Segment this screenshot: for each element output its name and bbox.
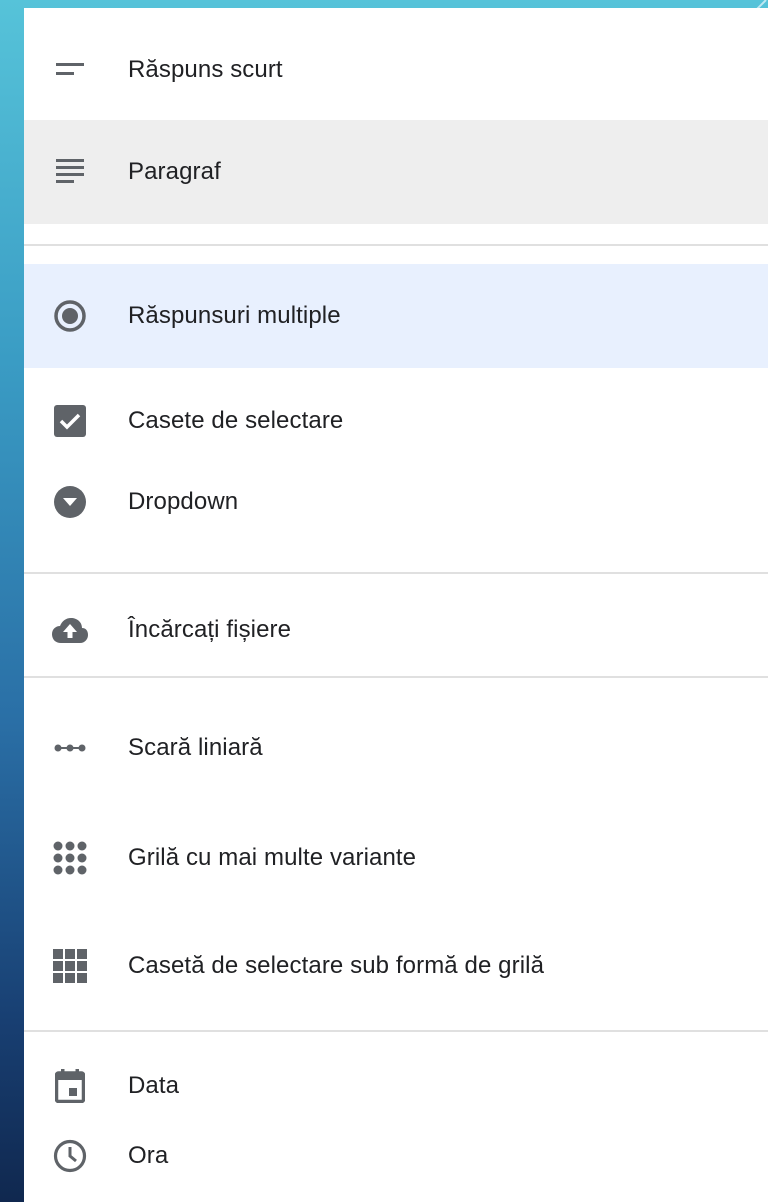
paragraph-icon [52,154,88,190]
linear-scale-icon [52,730,88,766]
checkbox-icon [52,403,88,439]
menu-item-file-upload[interactable]: Încărcați fișiere [24,590,768,670]
menu-divider [24,244,768,246]
menu-item-label: Casete de selectare [128,407,344,434]
menu-item-multiple-choice-grid[interactable]: Grilă cu mai multe variante [24,806,768,910]
short-text-icon [52,52,88,88]
menu-item-dropdown[interactable]: Dropdown [24,462,768,542]
menu-item-paragraph[interactable]: Paragraf [24,120,768,224]
question-type-menu: Răspuns scurt Paragraf Răspunsuri multip… [24,8,768,1202]
menu-item-label: Casetă de selectare sub formă de grilă [128,952,545,979]
menu-item-label: Grilă cu mai multe variante [128,844,417,871]
checkbox-grid-icon [52,948,88,984]
menu-item-short-answer[interactable]: Răspuns scurt [24,18,768,122]
menu-item-checkboxes[interactable]: Casete de selectare [24,381,768,461]
menu-item-label: Încărcați fișiere [128,616,292,643]
menu-item-label: Ora [128,1142,169,1169]
multiple-choice-grid-icon [52,840,88,876]
menu-item-label: Paragraf [128,158,221,185]
menu-item-label: Data [128,1072,180,1099]
menu-item-linear-scale[interactable]: Scară liniară [24,696,768,800]
menu-item-label: Scară liniară [128,734,263,761]
dropdown-icon [52,484,88,520]
cloud-upload-icon [52,612,88,648]
menu-item-label: Răspunsuri multiple [128,302,341,329]
menu-item-label: Răspuns scurt [128,56,283,83]
menu-divider [24,572,768,574]
clock-icon [52,1138,88,1174]
menu-divider [24,676,768,678]
menu-divider [24,1030,768,1032]
radio-button-icon [52,298,88,334]
menu-item-date[interactable]: Data [24,1046,768,1126]
menu-item-multiple-choice[interactable]: Răspunsuri multiple [24,264,768,368]
menu-item-checkbox-grid[interactable]: Casetă de selectare sub formă de grilă [24,914,768,1018]
calendar-icon [52,1068,88,1104]
menu-item-label: Dropdown [128,488,239,515]
menu-item-time[interactable]: Ora [24,1116,768,1196]
